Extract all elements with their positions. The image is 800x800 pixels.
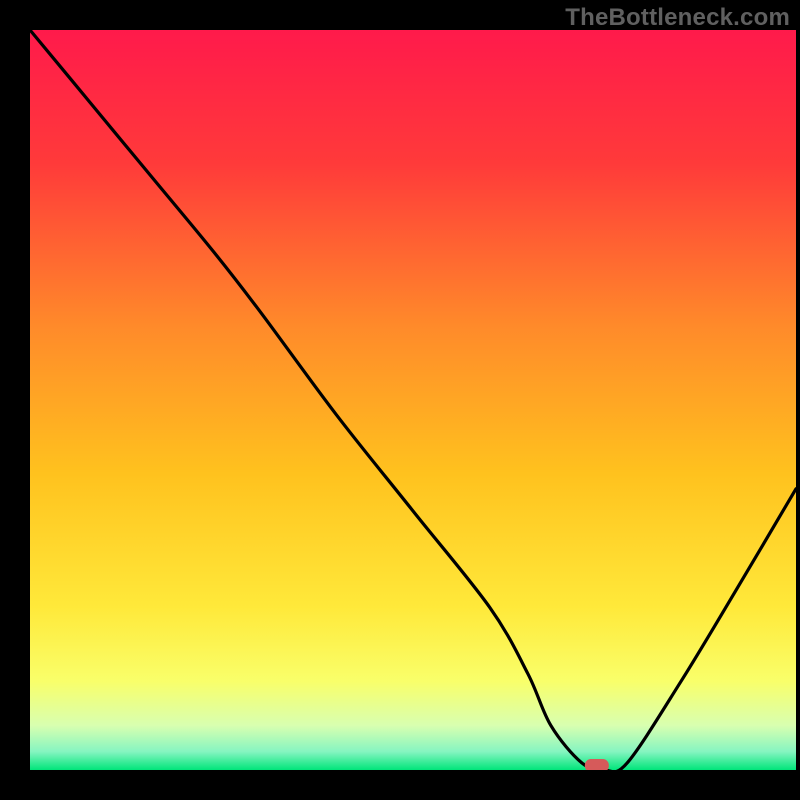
axis-bottom — [0, 770, 800, 800]
watermark-text: TheBottleneck.com — [565, 4, 790, 32]
chart-frame: { "watermark": "TheBottleneck.com", "cha… — [0, 0, 800, 800]
bottleneck-chart — [0, 0, 800, 800]
plot-background — [30, 30, 796, 770]
axis-left — [0, 0, 30, 800]
